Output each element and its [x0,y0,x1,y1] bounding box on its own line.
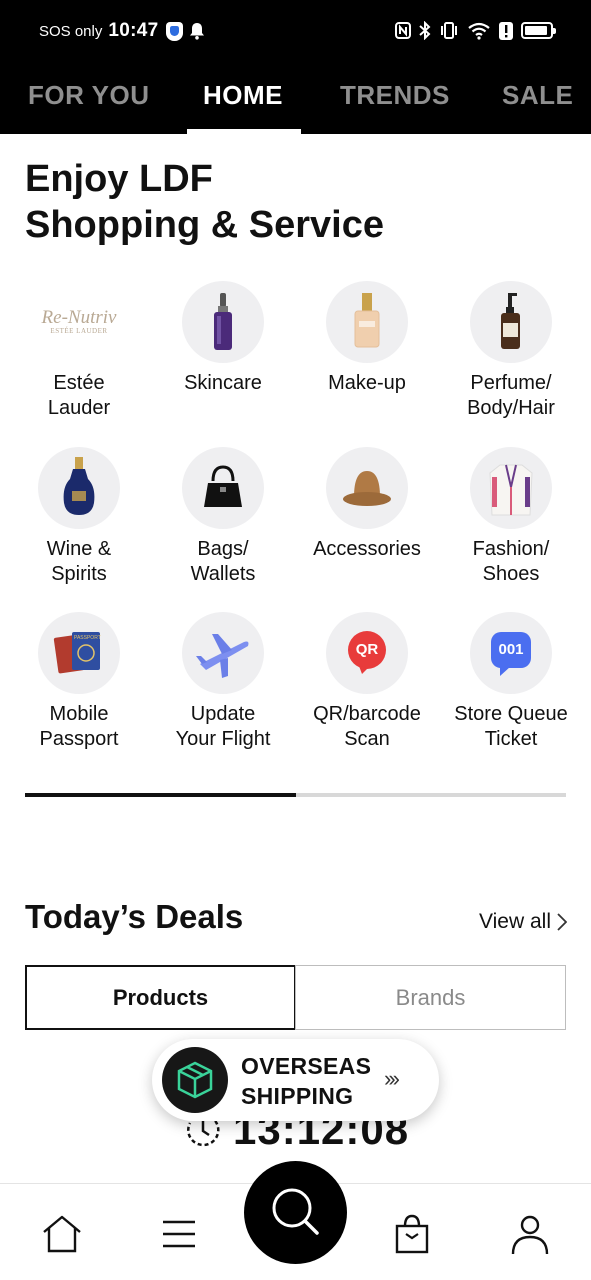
liquor-bottle-icon [38,447,120,529]
qr-scan-icon: QR [326,612,408,694]
status-right [395,21,556,40]
tab-for-you[interactable]: FOR YOU [28,80,149,111]
category-qr-barcode-scan[interactable]: QR QR/barcode Scan [295,612,439,752]
category-perfume-body-hair[interactable]: Perfume/ Body/Hair [439,281,583,421]
tab-trends[interactable]: TRENDS [340,80,450,111]
re-nutriv-logo: Re-Nutriv ESTÉE LAUDER [38,281,120,363]
alert-icon [499,21,513,40]
active-tab-indicator [187,129,301,134]
tab-products[interactable]: Products [25,965,296,1030]
overseas-shipping-banner[interactable]: OVERSEAS SHIPPING ››› [152,1039,439,1121]
bluetooth-icon [419,21,431,40]
logo-main-text: Re-Nutriv [41,307,117,328]
cardigan-icon [470,447,552,529]
search-button[interactable] [244,1161,347,1264]
nfc-icon [395,22,411,39]
logo-sub-text: ESTÉE LAUDER [50,327,108,335]
category-label: Store Queue Ticket [454,703,568,750]
status-left: SOS only 10:47 [39,20,205,42]
airplane-icon [182,612,264,694]
category-label: Mobile Passport [39,703,119,750]
overseas-text: OVERSEAS SHIPPING [241,1051,371,1111]
page-title: Enjoy LDF Shopping & Service [25,156,384,248]
foundation-bottle-icon [326,281,408,363]
menu-icon[interactable] [157,1212,201,1256]
category-bags-wallets[interactable]: Bags/ Wallets [151,447,295,587]
carousel-indicator [25,793,566,797]
bell-icon [190,23,205,40]
battery-icon [521,22,556,39]
tab-brands[interactable]: Brands [295,965,566,1030]
clock: 10:47 [108,20,159,41]
vibrate-icon [441,22,457,39]
sos-text: SOS only [39,22,103,40]
view-all-link[interactable]: View all [479,910,567,934]
tab-home[interactable]: HOME [203,80,283,111]
chevron-right-icon [557,913,567,931]
status-bar: SOS only 10:47 [0,0,591,64]
overseas-line-1: OVERSEAS [241,1053,372,1079]
carousel-indicator-fill [25,793,296,797]
category-mobile-passport[interactable]: PASSPORT Mobile Passport [7,612,151,752]
passport-text: PASSPORT [74,635,101,641]
category-label: Accessories [313,538,421,560]
category-skincare[interactable]: Skincare [151,281,295,396]
category-label: Make-up [328,372,406,394]
category-label: Bags/ Wallets [190,538,256,585]
deals-title: Today’s Deals [25,898,244,935]
shopping-bag-icon[interactable] [390,1212,434,1256]
overseas-line-2: SHIPPING [241,1083,354,1109]
category-label: Update Your Flight [175,703,271,750]
tab-sale[interactable]: SALE [502,80,573,111]
package-icon [162,1047,228,1113]
category-fashion-shoes[interactable]: Fashion/ Shoes [439,447,583,587]
category-accessories[interactable]: Accessories [295,447,439,562]
category-label: Perfume/ Body/Hair [467,372,555,419]
queue-icon-text: 001 [498,641,524,658]
category-update-flight[interactable]: Update Your Flight [151,612,295,752]
category-wine-spirits[interactable]: Wine & Spirits [7,447,151,587]
top-tabs: FOR YOU HOME TRENDS SALE [0,64,591,134]
qr-icon-text: QR [355,641,379,658]
bucket-hat-icon [326,447,408,529]
handbag-icon [182,447,264,529]
page-title-line-2: Shopping & Service [25,204,384,246]
category-label: Wine & Spirits [46,538,112,585]
page-title-line-1: Enjoy LDF [25,158,213,200]
category-store-queue-ticket[interactable]: 001 Store Queue Ticket [439,612,583,752]
category-label: QR/barcode Scan [313,703,421,750]
passport-icon: PASSPORT [38,612,120,694]
category-estee-lauder[interactable]: Re-Nutriv ESTÉE LAUDER Estée Lauder [7,281,151,421]
view-all-label: View all [479,910,551,933]
chevrons-right-icon: ››› [384,1066,400,1091]
user-icon[interactable] [508,1212,552,1256]
pump-bottle-icon [470,281,552,363]
category-label: Estée Lauder [47,372,111,419]
queue-ticket-icon: 001 [470,612,552,694]
category-label: Skincare [184,372,262,394]
serum-bottle-icon [182,281,264,363]
category-label: Fashion/ Shoes [472,538,550,585]
search-icon [272,1188,319,1235]
shield-icon [166,21,184,41]
category-make-up[interactable]: Make-up [295,281,439,396]
home-icon[interactable] [40,1212,84,1256]
wifi-icon [468,22,490,40]
